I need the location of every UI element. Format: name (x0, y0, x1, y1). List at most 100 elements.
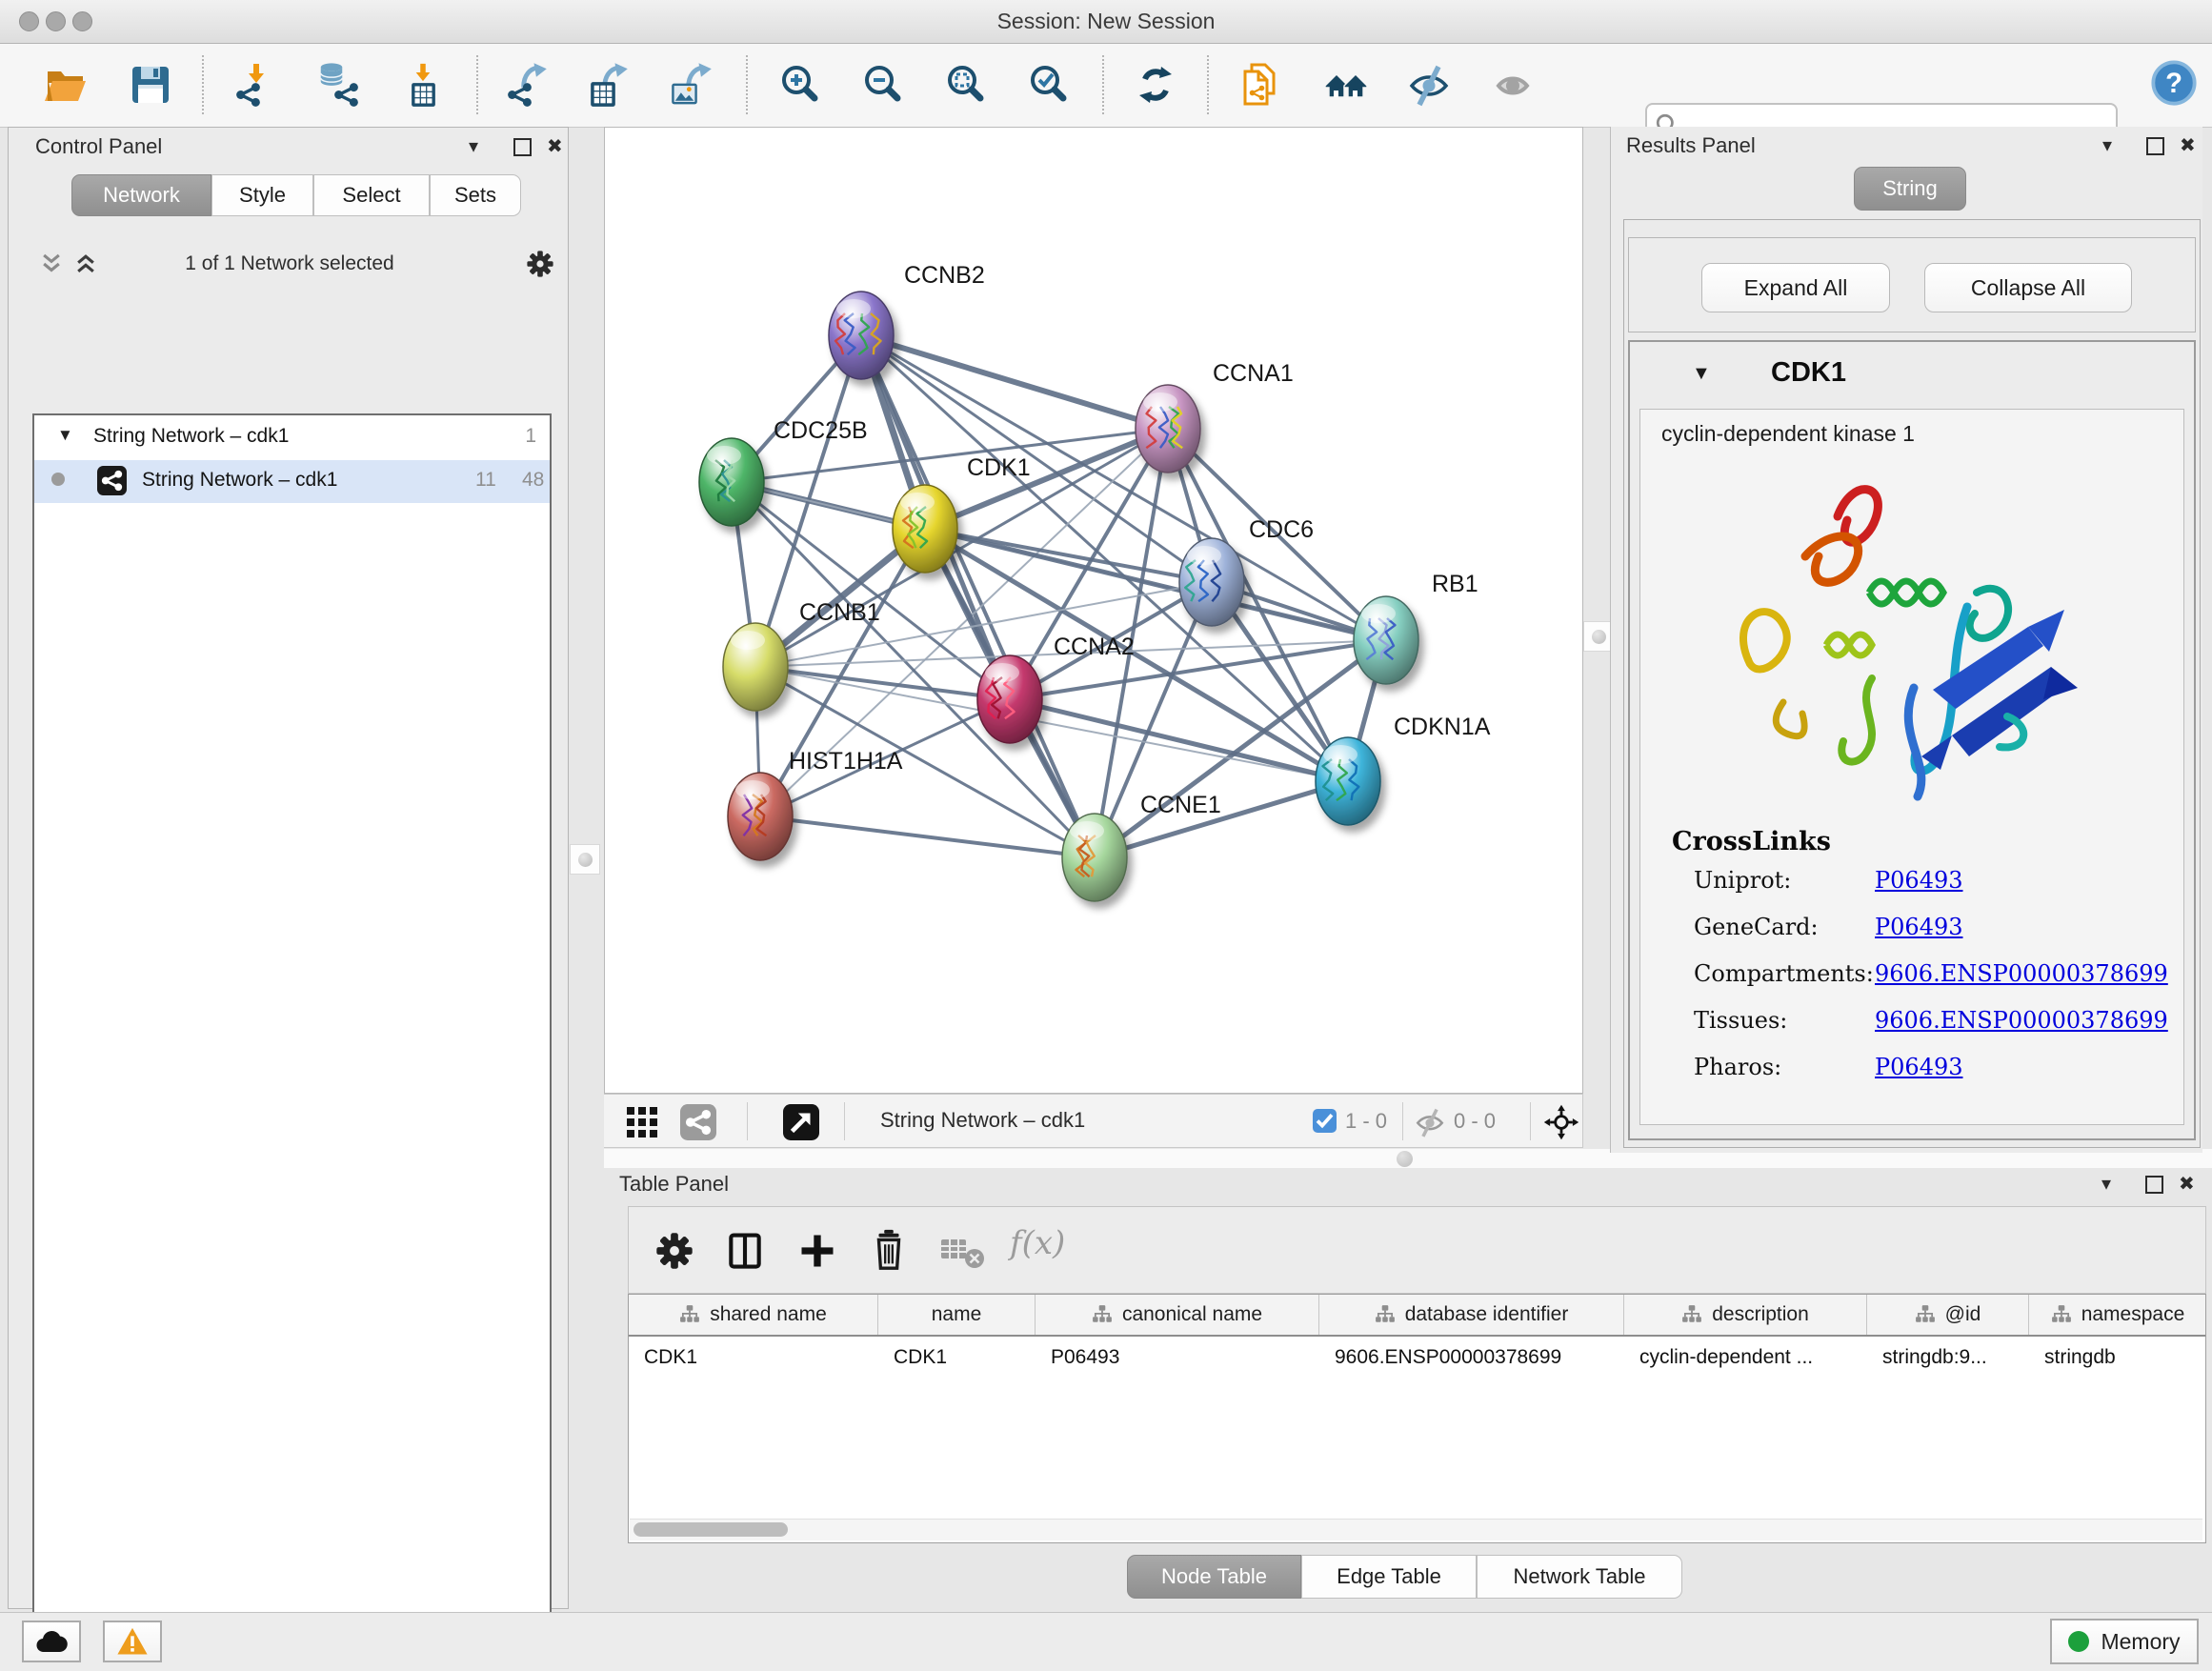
splitter-handle[interactable] (1397, 1151, 1413, 1167)
column-header-namespace[interactable]: namespace (2029, 1295, 2206, 1335)
column-header-shared-name[interactable]: shared name (629, 1295, 878, 1335)
panel-close-icon[interactable]: ✖ (2180, 133, 2196, 157)
expand-all-button[interactable]: Expand All (1701, 263, 1890, 312)
network-edge[interactable] (1010, 699, 1348, 781)
scrollbar-thumb[interactable] (633, 1522, 788, 1537)
export-table-icon[interactable] (585, 62, 631, 108)
refresh-icon[interactable] (1133, 62, 1178, 108)
network-graph[interactable]: CCNB2CCNA1CDC25BCDK1CDC6RB1CCNB1CCNA2CDK… (605, 128, 1582, 1093)
show-all-icon[interactable] (1490, 62, 1536, 108)
crosslink-link[interactable]: P06493 (1875, 867, 1963, 894)
collection-expander-icon[interactable]: ▼ (57, 426, 73, 445)
panel-menu-icon[interactable]: ▾ (2101, 1172, 2111, 1196)
table-cell[interactable]: CDK1 (629, 1346, 878, 1369)
table-cell[interactable]: stringdb:9... (1867, 1346, 2029, 1369)
panel-float-icon[interactable] (2146, 137, 2164, 155)
import-table-icon[interactable] (401, 62, 447, 108)
table-cell[interactable]: CDK1 (878, 1346, 1036, 1369)
hide-selected-icon[interactable] (1406, 62, 1452, 108)
column-header-description[interactable]: description (1624, 1295, 1867, 1335)
svg-text:?: ? (2165, 69, 2182, 99)
expand-all-icon[interactable] (73, 252, 98, 276)
network-options-gear-icon[interactable] (525, 249, 555, 279)
entry-expander-icon[interactable]: ▼ (1692, 363, 1711, 385)
network-canvas[interactable]: CCNB2CCNA1CDC25BCDK1CDC6RB1CCNB1CCNA2CDK… (604, 127, 1583, 1094)
new-network-from-selection-icon[interactable] (1237, 62, 1282, 108)
cloud-button[interactable] (22, 1621, 81, 1662)
table-horizontal-scrollbar[interactable] (630, 1519, 2202, 1540)
tab-edge-table[interactable]: Edge Table (1301, 1555, 1477, 1599)
function-builder-icon: f(x) (1010, 1224, 1065, 1262)
panel-menu-icon[interactable]: ▾ (469, 134, 478, 158)
crosslink-link[interactable]: 9606.ENSP00000378699 (1875, 960, 2168, 987)
table-cell[interactable]: 9606.ENSP00000378699 (1319, 1346, 1624, 1369)
panel-close-icon[interactable]: ✖ (2179, 1172, 2195, 1196)
zoom-selected-icon[interactable] (1026, 62, 1072, 108)
crosslink-link[interactable]: P06493 (1875, 1054, 1963, 1080)
panel-float-icon[interactable] (513, 138, 532, 156)
first-neighbors-icon[interactable] (1323, 62, 1369, 108)
collapse-all-button[interactable]: Collapse All (1924, 263, 2132, 312)
import-network-icon[interactable] (232, 62, 278, 108)
tab-network-table[interactable]: Network Table (1477, 1555, 1682, 1599)
column-header--id[interactable]: @id (1867, 1295, 2029, 1335)
left-splitter-handle[interactable] (570, 844, 600, 875)
table-cell[interactable]: stringdb (2029, 1346, 2206, 1369)
network-edge[interactable] (861, 335, 1386, 640)
panel-close-icon[interactable]: ✖ (547, 134, 563, 158)
collapse-all-icon[interactable] (39, 252, 64, 276)
pan-crosshair-icon[interactable] (1543, 1104, 1579, 1140)
zoom-fit-icon[interactable] (943, 62, 989, 108)
export-network-icon[interactable] (504, 62, 550, 108)
column-type-icon (1915, 1304, 1936, 1325)
network-node[interactable]: HIST1H1A (728, 748, 903, 860)
tab-sets[interactable]: Sets (430, 174, 521, 216)
warnings-button[interactable] (103, 1621, 162, 1662)
save-session-icon[interactable] (128, 62, 173, 108)
network-edge[interactable] (1095, 781, 1348, 857)
delete-column-icon[interactable] (867, 1228, 911, 1272)
birds-eye-view-icon[interactable] (783, 1104, 819, 1140)
show-columns-icon[interactable] (724, 1230, 766, 1272)
add-column-icon[interactable] (796, 1230, 838, 1272)
selected-nodes-checkbox[interactable] (1313, 1109, 1337, 1133)
cloud-icon (35, 1629, 68, 1654)
crosslink-link[interactable]: 9606.ENSP00000378699 (1875, 1007, 2168, 1034)
tab-node-table[interactable]: Node Table (1127, 1555, 1301, 1599)
memory-button[interactable]: Memory (2050, 1619, 2199, 1664)
crosslink-link[interactable]: P06493 (1875, 914, 1963, 940)
network-node[interactable]: CCNE1 (1062, 792, 1221, 901)
network-collection-row[interactable]: ▼ String Network – cdk1 1 (34, 417, 550, 460)
grid-view-icon[interactable] (625, 1105, 659, 1139)
network-edge[interactable] (861, 335, 1095, 857)
column-header-canonical-name[interactable]: canonical name (1036, 1295, 1319, 1335)
crosslinks-list: Uniprot:P06493GeneCard:P06493Compartment… (1694, 867, 2170, 1100)
network-node[interactable]: CCNA1 (1136, 360, 1294, 473)
panel-float-icon[interactable] (2145, 1176, 2163, 1194)
network-edge[interactable] (760, 816, 1095, 857)
panel-menu-icon[interactable]: ▾ (2102, 133, 2112, 157)
network-edge[interactable] (755, 667, 1010, 699)
network-node[interactable]: RB1 (1354, 571, 1478, 684)
import-database-icon[interactable] (315, 62, 361, 108)
column-header-database-identifier[interactable]: database identifier (1319, 1295, 1624, 1335)
zoom-out-icon[interactable] (860, 62, 906, 108)
zoom-in-icon[interactable] (777, 62, 823, 108)
tab-network[interactable]: Network (71, 174, 211, 216)
table-cell[interactable]: cyclin-dependent ... (1624, 1346, 1867, 1369)
table-cell[interactable]: P06493 (1036, 1346, 1319, 1369)
export-image-icon[interactable] (668, 62, 714, 108)
help-icon[interactable]: ? (2149, 58, 2199, 108)
table-row[interactable]: CDK1CDK1P064939606.ENSP00000378699cyclin… (629, 1337, 2205, 1379)
network-row-selected[interactable]: String Network – cdk1 11 48 (34, 460, 550, 503)
table-options-gear-icon[interactable] (654, 1230, 695, 1272)
tab-select[interactable]: Select (313, 174, 430, 216)
network-node[interactable]: CDKN1A (1316, 714, 1491, 825)
tab-style[interactable]: Style (211, 174, 313, 216)
network-edge[interactable] (861, 335, 1168, 429)
tab-string[interactable]: String (1854, 167, 1966, 211)
column-header-name[interactable]: name (878, 1295, 1036, 1335)
open-session-icon[interactable] (42, 62, 88, 108)
crosslink-row: Pharos:P06493 (1694, 1054, 2170, 1080)
network-view-badge-icon[interactable] (680, 1104, 716, 1140)
